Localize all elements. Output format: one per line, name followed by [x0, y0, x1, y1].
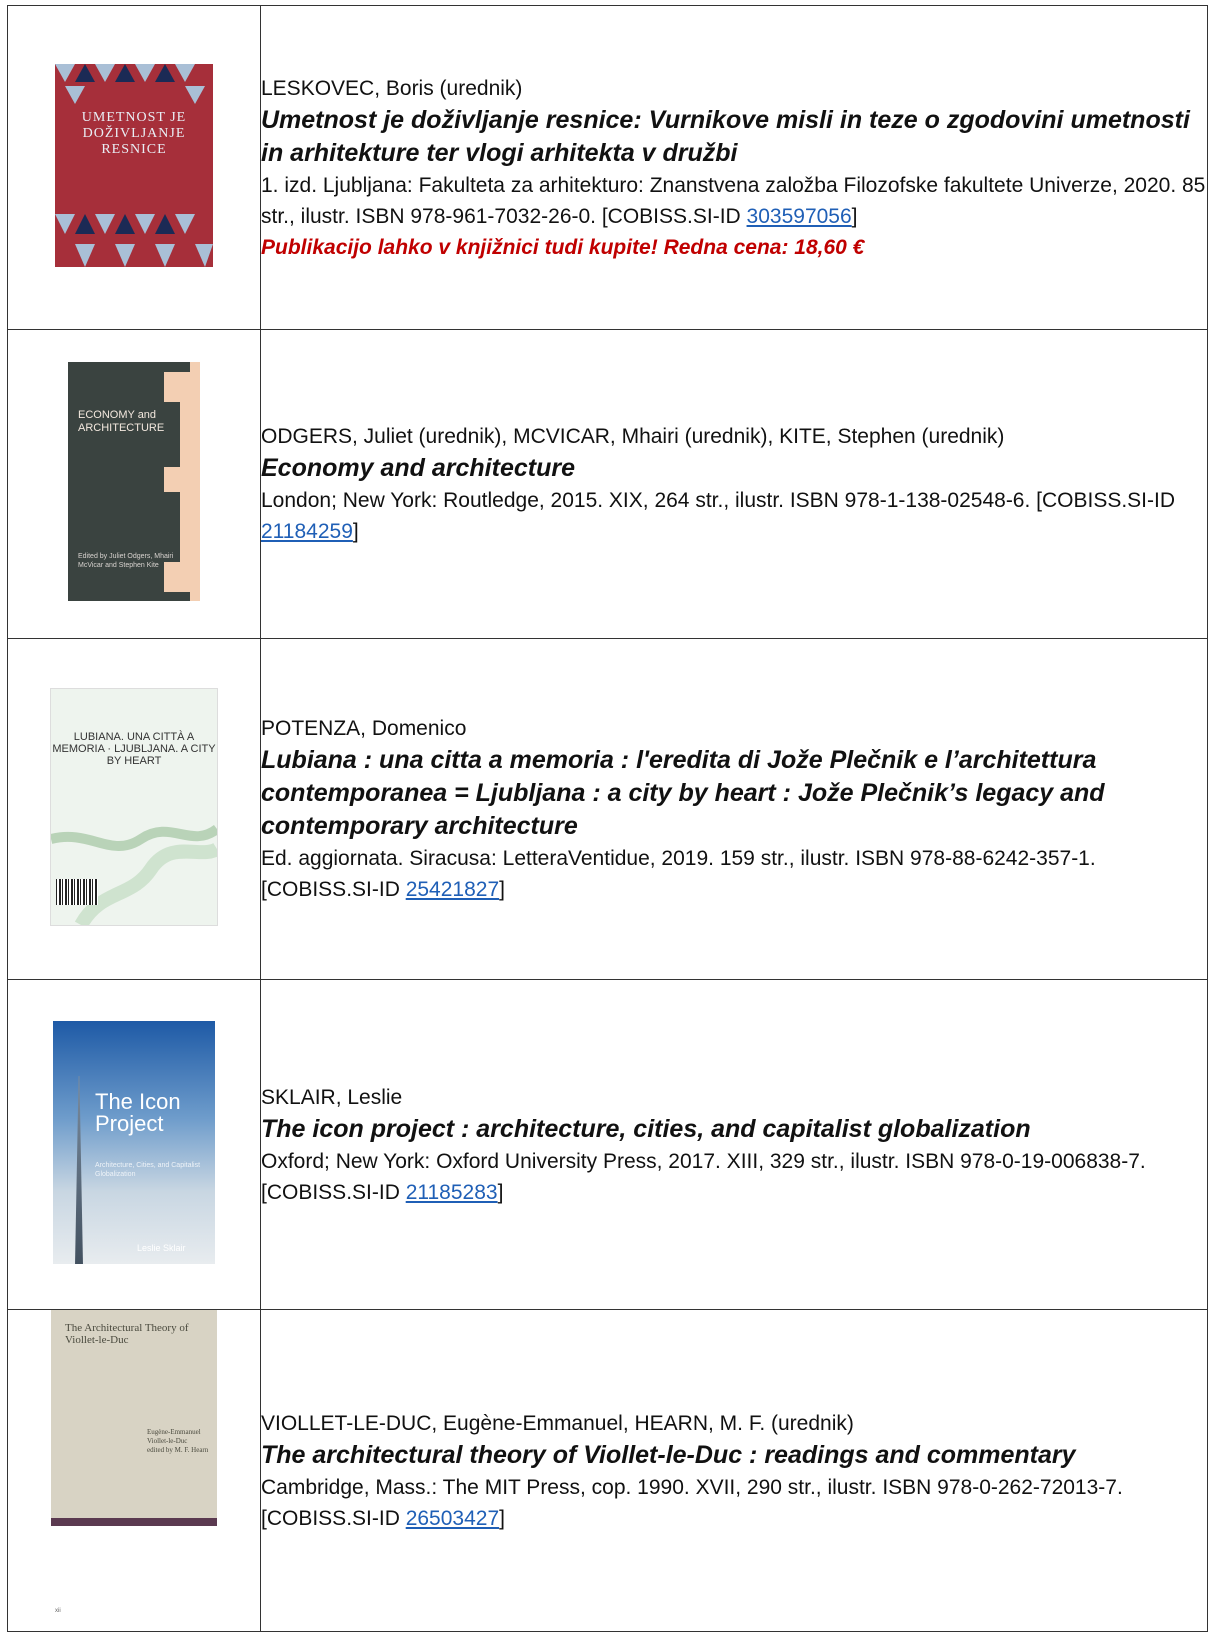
bibliography-table: UMETNOST JE DOŽIVLJANJE RESNICE LESKOVEC…: [7, 5, 1208, 1632]
entry-cell: ODGERS, Juliet (urednik), MCVICAR, Mhair…: [260, 329, 1208, 639]
entry-cell: LESKOVEC, Boris (urednik) Umetnost je do…: [260, 5, 1208, 330]
entry-details-text: 1. izd. Ljubljana: Fakulteta za arhitekt…: [261, 173, 1206, 228]
skyscraper-icon: [75, 1075, 83, 1264]
cover-title: ECONOMY and ARCHITECTURE: [78, 409, 165, 434]
cobiss-id-link[interactable]: 25421827: [406, 878, 499, 901]
cover-author: Eugène-Emmanuel Viollet-le-Duc edited by …: [147, 1428, 217, 1455]
entry-details: Cambridge, Mass.: The MIT Press, cop. 19…: [261, 1472, 1207, 1534]
purchase-note: Publikacijo lahko v knjižnici tudi kupit…: [261, 235, 865, 259]
cobiss-id-link[interactable]: 303597056: [747, 205, 852, 228]
entry-details-end: ]: [851, 204, 858, 228]
table-row: The Architectural Theory of Viollet-le-D…: [7, 1309, 1208, 1632]
entry-title: The icon project : architecture, cities,…: [261, 1114, 1031, 1143]
cover-author: Leslie Sklair: [137, 1242, 186, 1253]
cobiss-id-link[interactable]: 21185283: [406, 1181, 498, 1204]
page-number: xii: [55, 1608, 61, 1614]
entry-details: Oxford; New York: Oxford University Pres…: [261, 1146, 1207, 1208]
cover-editor-text: edited by M. F. Hearn: [147, 1446, 209, 1454]
entry-details-text: Oxford; New York: Oxford University Pres…: [261, 1149, 1146, 1204]
entry-author: SKLAIR, Leslie: [261, 1085, 403, 1109]
cover-stripe: [51, 1518, 217, 1526]
cover-cell: UMETNOST JE DOŽIVLJANJE RESNICE: [7, 5, 261, 330]
cover-editors: Edited by Juliet Odgers, Mhairi McVicar …: [78, 553, 174, 569]
cover-cell: The Architectural Theory of Viollet-le-D…: [7, 1309, 261, 1632]
table-row: ECONOMY and ARCHITECTURE Edited by Julie…: [7, 329, 1208, 639]
entry-title: Umetnost je doživljanje resnice: Vurniko…: [261, 105, 1190, 167]
cobiss-id-link[interactable]: 26503427: [406, 1507, 499, 1530]
cover-cell: LUBIANA. UNA CITTÀ A MEMORIA · LJUBLJANA…: [7, 638, 261, 980]
entry-details-end: ]: [352, 520, 359, 543]
entry-title: Lubiana : una citta a memoria : l'eredit…: [261, 746, 1105, 840]
cover-subtitle: Architecture, Cities, and Capitalist Glo…: [95, 1161, 201, 1178]
entry-details-end: ]: [499, 878, 505, 901]
triangle-pattern-icon: [55, 63, 213, 267]
entry-title: Economy and architecture: [261, 454, 575, 482]
entry-cell: POTENZA, Domenico Lubiana : una citta a …: [260, 638, 1208, 980]
entry-author: ODGERS, Juliet (urednik), MCVICAR, Mhair…: [261, 425, 1005, 448]
table-row: UMETNOST JE DOŽIVLJANJE RESNICE LESKOVEC…: [7, 5, 1208, 330]
book-cover-image: The Icon Project Architecture, Cities, a…: [53, 1020, 215, 1264]
entry-author: VIOLLET-LE-DUC, Eugène-Emmanuel, HEARN, …: [261, 1411, 854, 1435]
entry-details: Ed. aggiornata. Siracusa: LetteraVentidu…: [261, 843, 1207, 905]
entry-details-text: London; New York: Routledge, 2015. XIX, …: [261, 489, 1176, 512]
cover-title: The Icon Project: [95, 1088, 181, 1136]
cobiss-id-link[interactable]: 21184259: [261, 520, 353, 543]
cover-title: UMETNOST JE DOŽIVLJANJE RESNICE: [81, 109, 187, 157]
entry-details-end: ]: [499, 1506, 505, 1530]
table-row: The Icon Project Architecture, Cities, a…: [7, 979, 1208, 1310]
entry-author: POTENZA, Domenico: [261, 717, 467, 740]
entry-details-text: Cambridge, Mass.: The MIT Press, cop. 19…: [261, 1475, 1123, 1530]
book-cover-image: LUBIANA. UNA CITTÀ A MEMORIA · LJUBLJANA…: [50, 687, 218, 926]
book-cover-image: The Architectural Theory of Viollet-le-D…: [51, 1310, 217, 1626]
entry-details: 1. izd. Ljubljana: Fakulteta za arhitekt…: [261, 170, 1207, 232]
entry-title: The architectural theory of Viollet-le-D…: [261, 1440, 1076, 1469]
entry-details-text: Ed. aggiornata. Siracusa: LetteraVentidu…: [261, 847, 1096, 901]
cover-cell: The Icon Project Architecture, Cities, a…: [7, 979, 261, 1310]
book-cover-image: ECONOMY and ARCHITECTURE Edited by Julie…: [68, 362, 200, 601]
cover-title: The Architectural Theory of Viollet-le-D…: [65, 1322, 189, 1346]
entry-cell: SKLAIR, Leslie The icon project : archit…: [260, 979, 1208, 1310]
cover-author-text: Eugène-Emmanuel Viollet-le-Duc: [147, 1428, 201, 1445]
cover-cell: ECONOMY and ARCHITECTURE Edited by Julie…: [7, 329, 261, 639]
entry-cell: VIOLLET-LE-DUC, Eugène-Emmanuel, HEARN, …: [260, 1309, 1208, 1632]
entry-details-end: ]: [497, 1180, 504, 1204]
entry-details: London; New York: Routledge, 2015. XIX, …: [261, 485, 1207, 547]
entry-author: LESKOVEC, Boris (urednik): [261, 76, 523, 100]
book-cover-image: UMETNOST JE DOŽIVLJANJE RESNICE: [55, 63, 213, 267]
barcode-icon: [56, 878, 98, 905]
cover-title: LUBIANA. UNA CITTÀ A MEMORIA · LJUBLJANA…: [52, 730, 216, 767]
table-row: LUBIANA. UNA CITTÀ A MEMORIA · LJUBLJANA…: [7, 638, 1208, 980]
